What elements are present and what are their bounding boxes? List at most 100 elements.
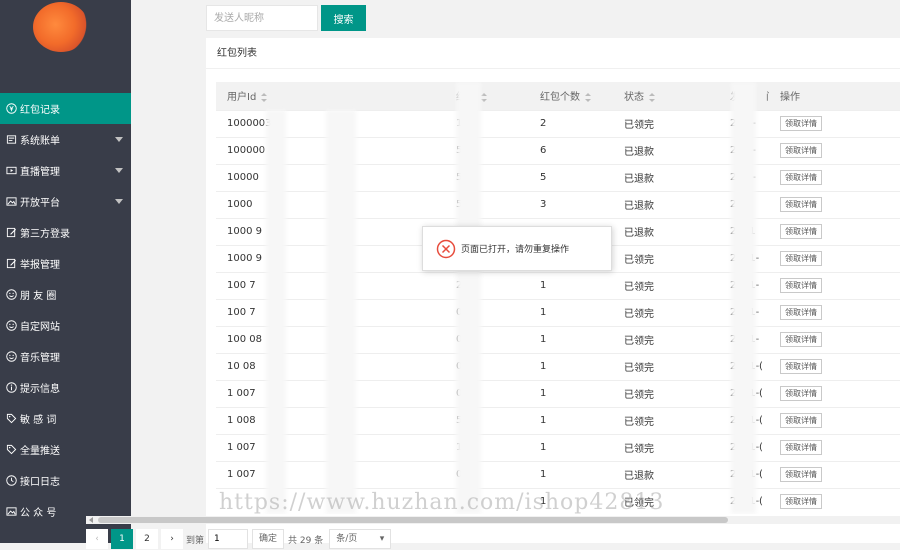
view-detail-button[interactable]: 领取详情 — [780, 251, 822, 266]
view-detail-button[interactable]: 领取详情 — [780, 494, 822, 509]
sidebar-item-10[interactable]: 敏 感 词 — [0, 403, 131, 434]
sidebar-item-label: 公 众 号 — [20, 504, 56, 519]
cell-action: 领取详情 — [769, 353, 900, 380]
view-detail-button[interactable]: 领取详情 — [780, 467, 822, 482]
scrollbar-thumb[interactable] — [98, 517, 728, 523]
sidebar: 红包记录系统账单直播管理开放平台第三方登录举报管理朋 友 圈自定网站音乐管理提示… — [0, 0, 131, 543]
view-detail-button[interactable]: 领取详情 — [780, 305, 822, 320]
total-count: 共 29 条 — [288, 533, 323, 546]
cell-status: 已领完 — [613, 245, 719, 272]
column-header-0[interactable]: 用户Id — [216, 82, 323, 110]
error-toast: 页面已打开，请勿重复操作 — [422, 226, 612, 271]
column-header-label: 操作 — [780, 92, 800, 103]
goto-page-input[interactable] — [208, 529, 248, 549]
cell-action: 领取详情 — [769, 245, 900, 272]
search-button[interactable]: 搜索 — [321, 5, 366, 31]
sort-icon[interactable] — [481, 93, 487, 102]
cell-status: 已领完 — [613, 110, 719, 137]
sidebar-item-5[interactable]: 举报管理 — [0, 248, 131, 279]
cell-action: 领取详情 — [769, 110, 900, 137]
sidebar-item-6[interactable]: 朋 友 圈 — [0, 279, 131, 310]
column-header-3[interactable]: 红包个数 — [529, 82, 613, 110]
view-detail-button[interactable]: 领取详情 — [780, 197, 822, 212]
search-input[interactable] — [206, 5, 318, 31]
view-detail-button[interactable]: 领取详情 — [780, 116, 822, 131]
edit-icon — [6, 227, 17, 238]
sidebar-menu: 红包记录系统账单直播管理开放平台第三方登录举报管理朋 友 圈自定网站音乐管理提示… — [0, 93, 131, 527]
sidebar-item-1[interactable]: 系统账单 — [0, 124, 131, 155]
sidebar-item-9[interactable]: 提示信息 — [0, 372, 131, 403]
sidebar-item-label: 敏 感 词 — [20, 411, 56, 426]
sidebar-item-12[interactable]: 接口日志 — [0, 465, 131, 496]
view-detail-button[interactable]: 领取详情 — [780, 332, 822, 347]
column-header-label: 状态 — [624, 92, 644, 103]
cell-action: 领取详情 — [769, 326, 900, 353]
avatar[interactable] — [33, 2, 89, 52]
page-1-button[interactable]: 1 — [111, 529, 133, 549]
cell-status: 已退款 — [613, 461, 719, 488]
toast-message: 页面已打开，请勿重复操作 — [461, 242, 569, 255]
view-detail-button[interactable]: 领取详情 — [780, 440, 822, 455]
table-row: 100 0801已领完2021-领取详情 — [216, 326, 900, 353]
cell-action: 领取详情 — [769, 191, 900, 218]
sidebar-item-label: 提示信息 — [20, 380, 60, 395]
view-detail-button[interactable]: 领取详情 — [780, 413, 822, 428]
cell-action: 领取详情 — [769, 380, 900, 407]
cell-count: 1 — [529, 272, 613, 299]
cell-count: 1 — [529, 461, 613, 488]
smile-icon — [6, 320, 17, 331]
chevron-down-icon — [115, 199, 123, 204]
table-row: 100 701已领完2021-领取详情 — [216, 299, 900, 326]
cell-action: 领取详情 — [769, 164, 900, 191]
cell-status: 已领完 — [613, 272, 719, 299]
image-icon — [6, 506, 17, 517]
sidebar-item-4[interactable]: 第三方登录 — [0, 217, 131, 248]
tag-icon — [6, 444, 17, 455]
cell-action: 领取详情 — [769, 299, 900, 326]
sidebar-item-label: 第三方登录 — [20, 225, 70, 240]
sort-icon[interactable] — [261, 93, 267, 102]
sidebar-item-3[interactable]: 开放平台 — [0, 186, 131, 217]
cell-count: 6 — [529, 137, 613, 164]
cell-status: 已领完 — [613, 434, 719, 461]
sort-icon[interactable] — [585, 93, 591, 102]
scroll-left-icon[interactable] — [89, 517, 93, 523]
red-packet-table: 用户Id红包红包个数状态发间操作 10000031002已领完2 05-领取详情… — [216, 82, 900, 514]
sidebar-item-label: 音乐管理 — [20, 349, 60, 364]
table-row: 10 0801已领完2021-(领取详情 — [216, 353, 900, 380]
chevron-down-icon — [115, 168, 123, 173]
sidebar-item-label: 接口日志 — [20, 473, 60, 488]
table-row: 10000505已退款202 -领取详情 — [216, 164, 900, 191]
sort-icon[interactable] — [649, 93, 655, 102]
redaction-bar — [266, 110, 286, 514]
cell-count: 1 — [529, 407, 613, 434]
sidebar-item-label: 举报管理 — [20, 256, 60, 271]
cell-count: 3 — [529, 191, 613, 218]
sidebar-item-7[interactable]: 自定网站 — [0, 310, 131, 341]
redaction-bar — [456, 82, 481, 514]
horizontal-scrollbar[interactable] — [86, 516, 900, 524]
view-detail-button[interactable]: 领取详情 — [780, 386, 822, 401]
sidebar-item-8[interactable]: 音乐管理 — [0, 341, 131, 372]
sidebar-item-11[interactable]: 全量推送 — [0, 434, 131, 465]
page-size-select[interactable]: 条/页 ▾ — [329, 529, 391, 549]
view-detail-button[interactable]: 领取详情 — [780, 359, 822, 374]
confirm-goto-button[interactable]: 确定 — [252, 529, 284, 549]
column-header-4[interactable]: 状态 — [613, 82, 719, 110]
sidebar-item-label: 自定网站 — [20, 318, 60, 333]
view-detail-button[interactable]: 领取详情 — [780, 224, 822, 239]
view-detail-button[interactable]: 领取详情 — [780, 170, 822, 185]
view-detail-button[interactable]: 领取详情 — [780, 278, 822, 293]
cell-status: 已退款 — [613, 218, 719, 245]
cell-status: 已领完 — [613, 407, 719, 434]
prev-page-button[interactable]: ‹ — [86, 529, 108, 549]
sidebar-item-0[interactable]: 红包记录 — [0, 93, 131, 124]
yen-icon — [6, 103, 17, 114]
sidebar-item-2[interactable]: 直播管理 — [0, 155, 131, 186]
redaction-bar — [731, 82, 756, 514]
view-detail-button[interactable]: 领取详情 — [780, 143, 822, 158]
cell-count: 5 — [529, 164, 613, 191]
page-2-button[interactable]: 2 — [136, 529, 158, 549]
redaction-bar — [326, 110, 356, 514]
next-page-button[interactable]: › — [161, 529, 183, 549]
